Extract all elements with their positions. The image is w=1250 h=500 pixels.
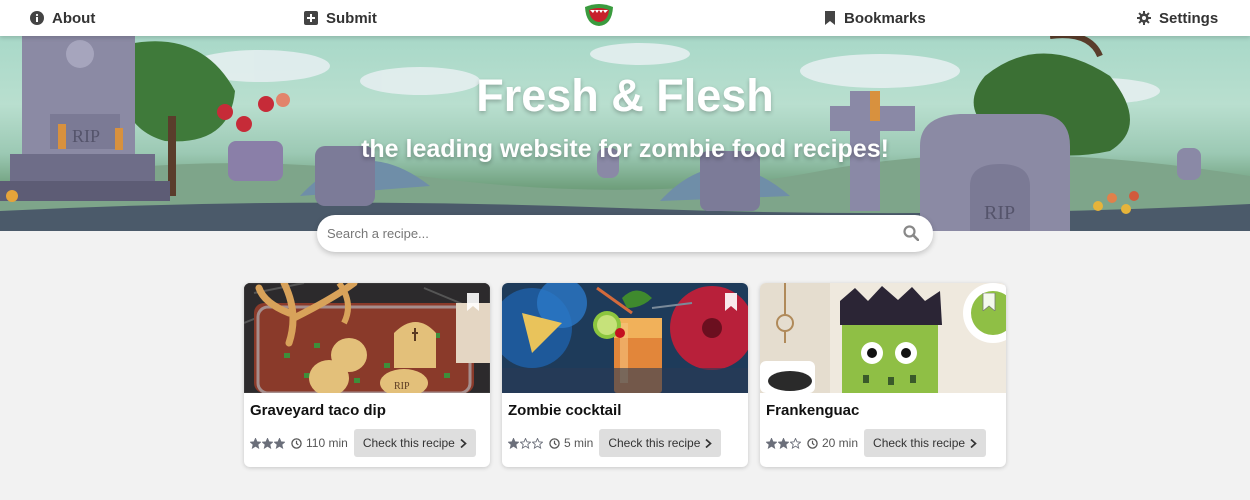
nav-settings[interactable]: Settings xyxy=(1137,0,1218,36)
star-filled-icon xyxy=(262,437,273,449)
star-filled-icon xyxy=(274,437,285,449)
cook-time: 20 min xyxy=(822,436,859,450)
chevron-right-icon xyxy=(460,438,467,448)
rating-stars xyxy=(250,437,285,449)
star-filled-icon xyxy=(508,437,519,449)
nav-submit-label: Submit xyxy=(326,9,377,27)
nav-bookmarks[interactable]: Bookmarks xyxy=(824,0,926,36)
recipe-title[interactable]: Zombie cocktail xyxy=(508,402,621,419)
search-input[interactable] xyxy=(327,215,887,252)
cocktail-photo[interactable] xyxy=(502,283,748,393)
check-recipe-label: Check this recipe xyxy=(362,436,455,450)
graveyard-illustration: RIP RIP xyxy=(0,36,1250,231)
recipe-meta: 20 min Check this recipe xyxy=(766,429,987,457)
tombstone-chip-text: RIP xyxy=(394,381,410,392)
nav-submit[interactable]: Submit xyxy=(304,0,377,36)
check-recipe-button[interactable]: Check this recipe xyxy=(353,429,476,457)
top-nav: About Submit Bookmarks Settings xyxy=(0,0,1250,36)
cook-time: 110 min xyxy=(306,436,348,450)
recipe-meta: 5 min Check this recipe xyxy=(508,429,722,457)
chevron-right-icon xyxy=(970,438,977,448)
bookmark-icon[interactable] xyxy=(724,293,738,311)
search-bar xyxy=(317,215,933,252)
star-filled-icon xyxy=(250,437,261,449)
taco-dip-photo[interactable]: RIP xyxy=(244,283,490,393)
check-recipe-button[interactable]: Check this recipe xyxy=(599,429,722,457)
star-empty-icon xyxy=(532,437,543,449)
star-empty-icon xyxy=(790,437,801,449)
svg-text:RIP: RIP xyxy=(984,202,1015,224)
recipe-meta: 110 min Check this recipe xyxy=(250,429,476,457)
chevron-right-icon xyxy=(705,438,713,448)
zombie-mouth-logo[interactable] xyxy=(584,3,614,27)
hero-banner: RIP RIP Fresh & Flesh the leading websit… xyxy=(0,36,1250,231)
bookmark-icon[interactable] xyxy=(466,293,480,311)
recipe-card[interactable]: RIP Graveyard taco dip 110 min Check thi… xyxy=(244,283,490,467)
check-recipe-button[interactable]: Check this recipe xyxy=(864,429,987,457)
check-recipe-label: Check this recipe xyxy=(608,436,701,450)
bookmark-icon xyxy=(825,11,835,25)
gear-icon xyxy=(1137,11,1151,25)
recipe-card[interactable]: Frankenguac 20 min Check this recipe xyxy=(760,283,1006,467)
star-filled-icon xyxy=(766,437,777,449)
site-title: Fresh & Flesh xyxy=(476,70,774,121)
nav-about-label: About xyxy=(52,9,96,27)
star-empty-icon xyxy=(520,437,531,449)
nav-settings-label: Settings xyxy=(1159,9,1219,27)
nav-bookmarks-label: Bookmarks xyxy=(844,9,926,27)
recipe-card[interactable]: Zombie cocktail 5 min Check this recipe xyxy=(502,283,748,467)
star-filled-icon xyxy=(778,437,789,449)
clock-icon xyxy=(807,437,818,449)
check-recipe-label: Check this recipe xyxy=(873,436,966,450)
nav-about[interactable]: About xyxy=(30,0,95,36)
plus-square-icon xyxy=(304,11,318,25)
clock-icon xyxy=(291,437,302,449)
recipe-title[interactable]: Graveyard taco dip xyxy=(250,402,386,419)
rating-stars xyxy=(766,437,801,449)
recipe-title[interactable]: Frankenguac xyxy=(766,402,859,419)
site-tagline: the leading website for zombie food reci… xyxy=(361,135,889,163)
frankenguac-photo[interactable] xyxy=(760,283,1006,393)
info-circle-icon xyxy=(30,11,44,25)
bookmark-icon[interactable] xyxy=(982,293,996,311)
rating-stars xyxy=(508,437,543,449)
search-icon[interactable] xyxy=(903,225,919,241)
clock-icon xyxy=(549,437,560,449)
cook-time: 5 min xyxy=(564,436,594,450)
